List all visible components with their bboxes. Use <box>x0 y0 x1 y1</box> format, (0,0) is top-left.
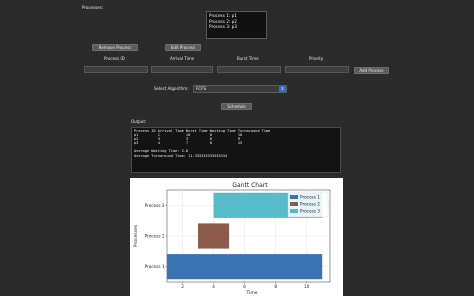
output-textbox[interactable]: Process ID Arrival Time Burst Time Waiti… <box>131 127 341 173</box>
legend-entry: Process 1 <box>300 195 320 200</box>
y-axis-label: Processes <box>133 224 139 247</box>
algorithm-selected-value: FCFS <box>196 86 206 91</box>
legend-swatch <box>290 195 298 199</box>
process-id-input[interactable] <box>84 66 148 73</box>
y-tick-label: Process 1 <box>145 264 165 269</box>
legend-swatch <box>290 209 298 213</box>
arrival-time-label: Arrival Time <box>170 56 195 61</box>
legend-swatch <box>290 202 298 206</box>
schedule-button[interactable]: Schedule <box>221 103 252 110</box>
x-axis-label: Time <box>245 290 257 296</box>
burst-time-label: Burst Time <box>237 56 259 61</box>
priority-input[interactable] <box>285 66 349 73</box>
processes-label: Processes: <box>82 5 104 10</box>
y-tick-label: Process 2 <box>145 234 165 239</box>
legend-entry: Process 3 <box>300 209 320 214</box>
algorithm-select[interactable]: FCFS ⇕ <box>193 85 287 93</box>
gantt-bar-process-1 <box>167 254 323 280</box>
chevron-updown-icon[interactable]: ⇕ <box>279 86 286 92</box>
remove-process-button[interactable]: Remove Process <box>92 44 138 51</box>
x-tick-label: 8 <box>274 284 277 289</box>
chart-title: Gantt Chart <box>232 182 268 189</box>
gantt-chart-svg: Gantt Chart 2 4 6 8 10 Process 1 Process 2 Proc… <box>133 182 331 296</box>
arrival-time-input[interactable] <box>151 66 213 73</box>
process-id-label: Process ID <box>104 56 125 61</box>
gantt-bar-process-2 <box>198 223 230 249</box>
gantt-chart: Gantt Chart 2 4 6 8 10 Process 1 Process 2 Proc… <box>130 178 343 296</box>
legend-entry: Process 2 <box>300 202 320 207</box>
process-listbox[interactable]: Process 1: p1 Process 2: p2 Process 3: p… <box>206 11 267 39</box>
output-label: Output: <box>131 119 147 124</box>
x-tick-label: 10 <box>304 284 310 289</box>
process-list-item[interactable]: Process 3: p3 <box>209 24 264 30</box>
x-tick-label: 2 <box>181 284 184 289</box>
x-tick-label: 4 <box>212 284 215 289</box>
x-tick-label: 6 <box>243 284 246 289</box>
burst-time-input[interactable] <box>217 66 281 73</box>
add-process-button[interactable]: Add Process <box>354 67 389 74</box>
select-algorithm-label: Select Algorithm: <box>154 86 189 91</box>
y-tick-label: Process 3 <box>145 203 165 208</box>
edit-process-button[interactable]: Edit Process <box>165 44 201 51</box>
priority-label: Priority <box>309 56 324 61</box>
